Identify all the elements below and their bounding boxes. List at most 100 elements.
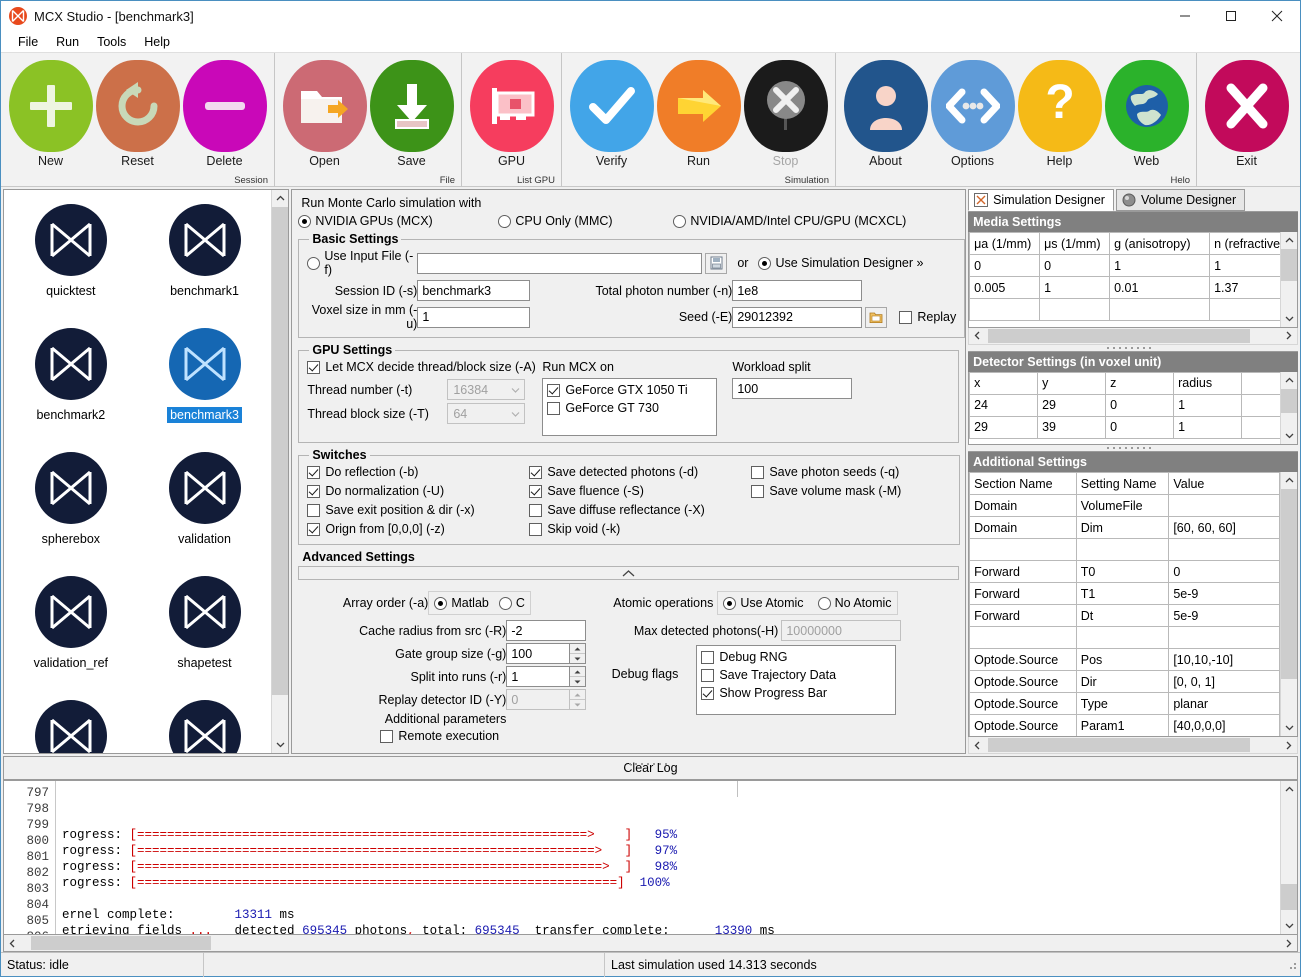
table-row[interactable]: Domain Dim [60, 60, 60] xyxy=(969,516,1281,540)
table-cell[interactable]: Type xyxy=(1075,692,1170,716)
session-scrollbar[interactable] xyxy=(271,190,289,753)
gpu-device-list[interactable]: GeForce GTX 1050 Ti GeForce GT 730 xyxy=(542,378,718,436)
session-scroll-track[interactable] xyxy=(272,207,289,736)
table-row[interactable]: Optode.Source Type planar xyxy=(969,692,1281,716)
replay-detector-input[interactable]: 0 xyxy=(506,689,571,710)
column-header[interactable]: z xyxy=(1105,371,1175,395)
split-runs-spinner[interactable]: 1 xyxy=(506,666,587,687)
seed-browse-button[interactable] xyxy=(865,306,888,328)
scroll-right-icon[interactable] xyxy=(1280,327,1298,344)
log-scroll-thumb[interactable] xyxy=(1281,884,1297,910)
use-designer-radio[interactable]: Use Simulation Designer » xyxy=(758,256,923,270)
table-row[interactable]: Forward T1 5e-9 xyxy=(969,582,1281,606)
table-cell[interactable]: Dir xyxy=(1075,670,1170,694)
detector-scroll-track[interactable] xyxy=(1281,388,1298,428)
table-cell[interactable]: 0 xyxy=(1105,393,1175,417)
additional-scroll-thumb[interactable] xyxy=(1281,489,1298,680)
workload-split-input[interactable]: 100 xyxy=(732,378,853,399)
spinner-down-icon[interactable] xyxy=(570,676,586,686)
session-item[interactable] xyxy=(4,694,138,753)
scroll-up-icon[interactable] xyxy=(1281,781,1297,798)
toolbar-button-verify[interactable]: Verify xyxy=(568,53,655,187)
close-button[interactable] xyxy=(1254,1,1300,31)
table-cell[interactable] xyxy=(1209,298,1281,321)
session-item-benchmark3[interactable]: benchmark3 xyxy=(138,322,272,446)
table-row[interactable]: 24 29 0 1 xyxy=(969,393,1281,417)
table-cell[interactable] xyxy=(969,298,1041,321)
session-item-spherebox[interactable]: spherebox xyxy=(4,446,138,570)
table-cell[interactable]: T0 xyxy=(1075,560,1170,584)
table-cell[interactable] xyxy=(1168,626,1281,650)
table-cell[interactable]: Optode.Source xyxy=(969,670,1077,694)
additional-settings-table[interactable]: Section Name Setting Name Value Domain Volum… xyxy=(969,472,1281,737)
auto-thread-checkbox[interactable]: Let MCX decide thread/block size (-A) xyxy=(307,360,536,374)
file-browse-button[interactable] xyxy=(705,252,728,274)
table-cell[interactable] xyxy=(1075,538,1170,562)
table-cell[interactable]: 1 xyxy=(1039,276,1111,299)
additional-table-hscrollbar[interactable] xyxy=(968,737,1299,754)
column-header[interactable]: Setting Name xyxy=(1075,472,1170,496)
scroll-down-icon[interactable] xyxy=(1281,427,1298,445)
table-cell[interactable]: T1 xyxy=(1075,582,1170,606)
table-row[interactable]: Optode.Source Param1 [40,0,0,0] xyxy=(969,714,1281,737)
toolbar-button-new[interactable]: New xyxy=(7,53,94,187)
maximize-button[interactable] xyxy=(1208,1,1254,31)
media-scroll-track[interactable] xyxy=(1281,249,1298,310)
spinner-down-icon[interactable] xyxy=(570,699,586,709)
table-cell[interactable] xyxy=(1241,393,1281,417)
session-item-benchmark2[interactable]: benchmark2 xyxy=(4,322,138,446)
engine-option-mcxcl[interactable]: NVIDIA/AMD/Intel CPU/GPU (MCXCL) xyxy=(673,214,906,228)
table-cell[interactable]: Dim xyxy=(1075,516,1170,540)
toolbar-button-open[interactable]: Open xyxy=(281,53,368,187)
table-cell[interactable]: 0.005 xyxy=(969,276,1041,299)
toolbar-button-delete[interactable]: Delete xyxy=(181,53,268,187)
log-hscroll-track[interactable] xyxy=(21,935,1280,951)
gate-group-input[interactable]: 100 xyxy=(506,643,571,664)
session-scroll-thumb[interactable] xyxy=(272,207,289,695)
table-cell[interactable]: planar xyxy=(1168,692,1281,716)
tab-simulation-designer[interactable]: Simulation Designer xyxy=(968,189,1114,211)
detector-settings-table[interactable]: x y z radius 24 29 0 1 29 39 0 1 xyxy=(969,371,1281,439)
additional-scroll-track[interactable] xyxy=(1281,489,1298,720)
seed-input[interactable]: 29012392 xyxy=(732,306,863,328)
menu-item-tools[interactable]: Tools xyxy=(88,33,135,51)
table-cell[interactable]: Optode.Source xyxy=(969,692,1077,716)
scroll-up-icon[interactable] xyxy=(1281,472,1298,490)
spinner-down-icon[interactable] xyxy=(570,653,586,663)
detector-scroll-thumb[interactable] xyxy=(1281,388,1298,413)
column-header[interactable]: n (refractive. xyxy=(1209,232,1281,255)
max-detected-input[interactable]: 10000000 xyxy=(781,620,902,641)
log-output[interactable]: 797798799800801802803804805806 rogress: … xyxy=(3,780,1298,935)
switch-option-2[interactable]: Save diffuse reflectance (-X) xyxy=(529,503,751,517)
minimize-button[interactable] xyxy=(1162,1,1208,31)
table-cell[interactable]: 5e-9 xyxy=(1168,604,1281,628)
table-cell[interactable] xyxy=(1168,494,1281,518)
toolbar-button-reset[interactable]: Reset xyxy=(94,53,181,187)
scroll-left-icon[interactable] xyxy=(969,327,987,344)
scroll-up-icon[interactable] xyxy=(1281,232,1298,249)
table-cell[interactable]: [10,10,-10] xyxy=(1168,648,1281,672)
gate-group-spinner[interactable]: 100 xyxy=(506,643,587,664)
spinner-up-icon[interactable] xyxy=(570,644,586,653)
replay-checkbox[interactable]: Replay xyxy=(899,310,956,324)
spinner-up-icon[interactable] xyxy=(570,667,586,676)
tab-volume-designer[interactable]: Volume Designer xyxy=(1115,189,1246,211)
session-id-input[interactable]: benchmark3 xyxy=(417,280,531,301)
table-cell[interactable]: 1 xyxy=(1109,254,1211,277)
scroll-right-icon[interactable] xyxy=(1280,935,1297,951)
table-cell[interactable]: 1.37 xyxy=(1209,276,1281,299)
use-input-file-radio[interactable]: Use Input File (-f) xyxy=(307,249,417,277)
table-cell[interactable]: 1 xyxy=(1173,393,1243,417)
debug-flags-list[interactable]: Debug RNG Save Trajectory Data Show Prog… xyxy=(696,645,897,715)
table-cell[interactable]: 0 xyxy=(1039,254,1111,277)
media-hscroll-thumb[interactable] xyxy=(988,328,1251,343)
table-cell[interactable]: [40,0,0,0] xyxy=(1168,714,1281,737)
toolbar-button-web[interactable]: Web xyxy=(1103,53,1190,187)
scroll-down-icon[interactable] xyxy=(1281,719,1298,737)
switch-option-3[interactable]: Orign from [0,0,0] (-z) xyxy=(307,522,529,536)
menu-item-run[interactable]: Run xyxy=(47,33,88,51)
toolbar-button-help[interactable]: ? Help xyxy=(1016,53,1103,187)
column-header[interactable]: g (anisotropy) xyxy=(1109,232,1211,255)
scroll-up-icon[interactable] xyxy=(272,190,289,207)
input-file-field[interactable] xyxy=(417,252,703,274)
